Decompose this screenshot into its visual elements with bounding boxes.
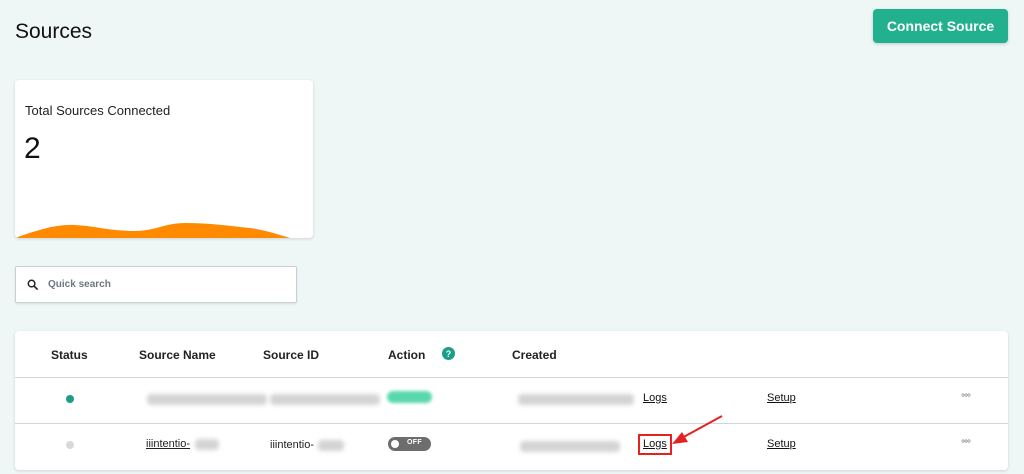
page-title: Sources — [15, 20, 93, 43]
connect-source-button[interactable]: Connect Source — [873, 9, 1008, 43]
action-help-icon[interactable]: ? — [442, 347, 455, 360]
action-toggle-on[interactable] — [387, 391, 432, 403]
annotation-arrow-icon — [672, 415, 723, 444]
status-dot-inactive — [66, 441, 74, 449]
created-redacted — [520, 441, 620, 452]
total-sources-value: 2 — [24, 132, 41, 165]
logs-link[interactable]: Logs — [643, 392, 667, 404]
search-box[interactable] — [15, 266, 297, 303]
status-dot-active — [66, 395, 74, 403]
toggle-off-label: OFF — [407, 439, 422, 446]
header-created: Created — [512, 348, 557, 362]
source-id-text: iiintentio- — [270, 439, 315, 451]
header-source-name: Source Name — [139, 348, 216, 362]
header-divider — [15, 377, 1008, 378]
source-name-link[interactable]: iiintentio- — [146, 438, 190, 450]
row-divider — [15, 423, 1008, 424]
source-id-redacted — [318, 440, 344, 451]
search-icon — [18, 279, 46, 290]
toggle-knob — [391, 440, 399, 448]
more-options-icon[interactable]: °°° — [961, 439, 971, 450]
action-toggle-off[interactable]: OFF — [388, 437, 431, 451]
source-name-redacted — [147, 394, 267, 405]
header-status: Status — [51, 348, 88, 362]
total-sources-card: Total Sources Connected 2 — [15, 80, 313, 238]
more-options-icon[interactable]: °°° — [961, 393, 971, 404]
search-input[interactable] — [46, 267, 296, 302]
sources-trend-wave — [15, 223, 290, 238]
sources-table: Status Source Name Source ID Action ? Cr… — [15, 331, 1008, 470]
setup-link[interactable]: Setup — [767, 438, 796, 450]
source-id-redacted — [270, 394, 380, 405]
created-redacted — [518, 394, 634, 405]
setup-link[interactable]: Setup — [767, 392, 796, 404]
source-name-redacted — [195, 439, 219, 450]
header-source-id: Source ID — [263, 348, 320, 362]
header-action: Action — [388, 348, 426, 362]
total-sources-label: Total Sources Connected — [25, 103, 171, 118]
